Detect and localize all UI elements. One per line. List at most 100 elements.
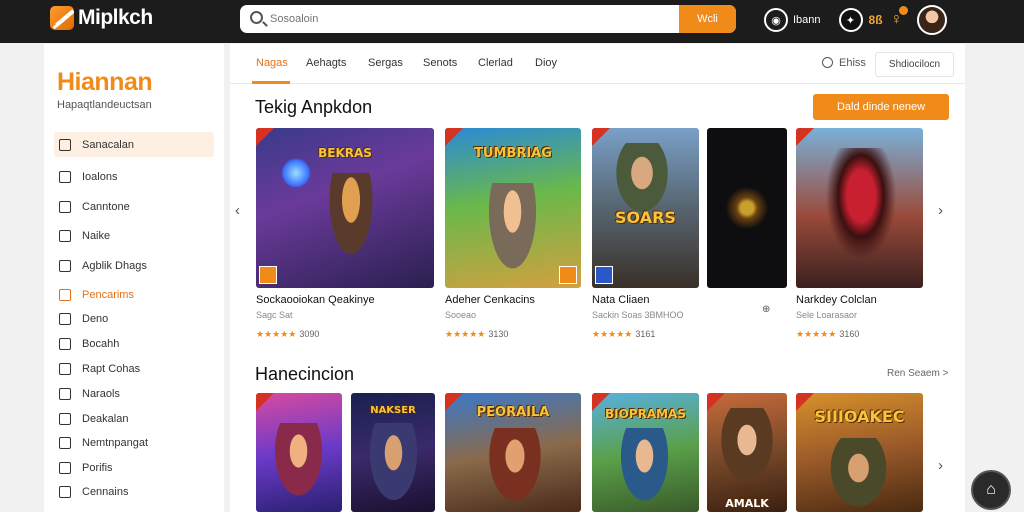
rating-count: 3160 [839, 329, 860, 339]
top-bar: Miplkch Wcli ◉ Ibann ✦ 8ß ♀ [0, 0, 1024, 43]
sidebar-item-13[interactable]: Cennains [54, 479, 214, 504]
game-art-title: SOARS [615, 208, 676, 227]
cta-button[interactable]: Dald dinde nenew [813, 94, 949, 120]
hero-figure [326, 173, 376, 263]
sidebar-item-label: Canntone [82, 200, 130, 213]
sidebar-item-label: Deno [82, 312, 109, 325]
tab-4[interactable]: Clerlad [478, 57, 513, 69]
chevron-left-icon[interactable]: ‹ [235, 202, 240, 219]
app-title: Miplkch [78, 6, 153, 29]
top-right-controls: ◉ Ibann ✦ 8ß ♀ [764, 5, 947, 35]
tab-bar: Nagas Aehagts Sergas Senots Clerlad Dioy… [230, 44, 965, 84]
tab-1[interactable]: Aehagts [306, 57, 346, 69]
rating-stars: ★★★★★ 3090 [256, 329, 319, 340]
sidebar-item-12[interactable]: Porifis [54, 455, 214, 480]
user-label[interactable]: Ibann [793, 14, 821, 26]
sort-label[interactable]: Ehiss [839, 57, 866, 69]
ribbon [592, 128, 610, 146]
floating-action-button[interactable]: ⌂ [971, 470, 1011, 510]
sidebar-item-2[interactable]: Canntone [54, 194, 214, 219]
sidebar-item-0[interactable]: Sanacalan [54, 132, 214, 157]
sidebar-item-label: Agblik Dhags [82, 259, 147, 272]
app-name[interactable]: Nata Cliaen [592, 294, 649, 306]
tab-3[interactable]: Senots [423, 57, 457, 69]
app-name[interactable]: Sockaooiokan Qeakinye [256, 294, 375, 306]
sidebar-item-label: Porifis [82, 461, 113, 474]
star-icons: ★★★★★ [796, 329, 837, 339]
app-card-image[interactable] [707, 128, 787, 288]
active-tab-indicator [252, 81, 290, 84]
nav-icon [59, 312, 71, 325]
chevron-right-icon[interactable]: › [938, 457, 943, 474]
chevron-right-icon[interactable]: › [938, 202, 943, 219]
user-circle-icon[interactable]: ◉ [764, 8, 788, 32]
search-icon[interactable] [822, 57, 833, 68]
tab-5[interactable]: Dioy [535, 57, 557, 69]
app-card-image[interactable]: PEORAILA [445, 393, 581, 512]
app-card-image[interactable] [256, 393, 342, 512]
search-button[interactable]: Wcli [679, 5, 736, 33]
sidebar-item-6[interactable]: Deno [54, 306, 214, 331]
sidebar-item-label: Pencarims [82, 288, 134, 301]
logo-icon [50, 6, 74, 30]
star-icons: ★★★★★ [445, 329, 486, 339]
bell-icon[interactable]: ♀ [891, 6, 908, 29]
tab-0[interactable]: Nagas [256, 57, 288, 69]
app-card-image[interactable]: BEKRAS [256, 128, 434, 288]
ribbon [256, 128, 274, 146]
app-card-image[interactable]: SIIIOAKEC [796, 393, 923, 512]
up-icon: ⌂ [986, 481, 996, 498]
sidebar-item-10[interactable]: Deakalan [54, 406, 214, 431]
nav-icon [59, 200, 71, 213]
nav-icon [59, 436, 71, 449]
search-input[interactable] [270, 5, 670, 33]
sidebar-item-label: Nemtnpangat [82, 436, 149, 449]
tab-2[interactable]: Sergas [368, 57, 403, 69]
star-icons: ★★★★★ [256, 329, 297, 339]
rating-stars: ★★★★★ 3161 [592, 329, 655, 340]
filter-dropdown[interactable]: Shdiocilocn [875, 52, 954, 77]
sidebar-item-8[interactable]: Rapt Cohas [54, 356, 214, 381]
avatar[interactable] [916, 5, 947, 35]
sidebar-item-11[interactable]: Nemtnpangat [54, 430, 214, 455]
sidebar-item-4[interactable]: Agblik Dhags [54, 253, 214, 278]
platform-icon [595, 266, 613, 284]
rating-stars: ★★★★★ 3160 [796, 329, 859, 340]
app-card-image[interactable]: TUMBRIAG [445, 128, 581, 288]
app-subtitle: Sagc Sat [256, 310, 293, 320]
nav-icon [59, 259, 71, 272]
sidebar-item-1[interactable]: Ioalons [54, 164, 214, 189]
main-content: Nagas Aehagts Sergas Senots Clerlad Dioy… [230, 44, 965, 512]
sidebar-item-label: Rapt Cohas [82, 362, 141, 375]
sidebar-item-9[interactable]: Naraols [54, 381, 214, 406]
hero-figure [826, 438, 891, 512]
app-card-image[interactable] [796, 128, 923, 288]
sidebar-item-5[interactable]: Pencarims [54, 282, 214, 307]
game-art-title: NAKSER [370, 405, 416, 416]
nav-icon [59, 170, 71, 183]
sidebar-item-7[interactable]: Bocahh [54, 331, 214, 356]
nav-icon [59, 412, 71, 425]
app-card-image[interactable]: NAKSER [351, 393, 435, 512]
see-all-link[interactable]: Ren Seaem > [887, 368, 948, 379]
section-title-bottom: Hanecincion [255, 364, 355, 384]
hero-figure [485, 428, 545, 508]
nav-icon [59, 362, 71, 375]
app-name[interactable]: Adeher Cenkacins [445, 294, 535, 306]
hero-figure [821, 148, 901, 268]
app-card-image[interactable]: AMALK [707, 393, 787, 512]
app-name[interactable]: Narkdey Colclan [796, 294, 877, 306]
logo[interactable]: Miplkch [50, 6, 153, 30]
app-card-image[interactable]: SOARS [592, 128, 699, 288]
sidebar-item-label: Ioalons [82, 170, 118, 183]
nav-icon [59, 387, 71, 400]
app-card-image[interactable]: BIOPRAMAS [592, 393, 699, 512]
game-art-title: AMALK [725, 497, 769, 510]
badge-icon[interactable]: ✦ [838, 8, 863, 32]
sidebar-item-3[interactable]: Naike [54, 223, 214, 248]
star-icons: ★★★★★ [592, 329, 633, 339]
age-rating-icon [259, 266, 277, 284]
age-rating-icon [559, 266, 577, 284]
share-icon[interactable]: ⊕ [762, 304, 770, 315]
sidebar-item-label: Naraols [82, 387, 120, 400]
